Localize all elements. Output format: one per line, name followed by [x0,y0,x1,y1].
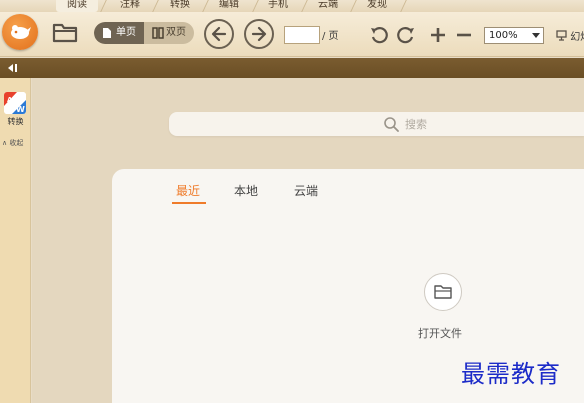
svg-text:W: W [16,105,25,114]
convert-icon[interactable]: A W [4,92,26,114]
tab-annotate[interactable]: 注释 [110,0,150,12]
tab-divider [202,0,209,12]
arrow-left-icon [211,26,227,42]
tab-recent[interactable]: 最近 [176,182,200,199]
search-icon [384,117,399,132]
page-number-input[interactable] [284,26,320,44]
tab-cloud[interactable]: 云端 [308,0,348,12]
ribbon-tab-bar: 阅读 注释 转换 编辑 手机 云端 发现 [0,0,584,12]
zoom-select[interactable]: 100% [484,27,544,44]
tab-read[interactable]: 阅读 [56,0,98,12]
tab-cloud-files[interactable]: 云端 [294,182,318,199]
collapse-panel-icon[interactable] [7,63,19,73]
active-tab-indicator [172,202,206,204]
tab-divider [400,0,407,12]
toolbar: 单页 双页 / 页 100% 幻 [0,12,584,57]
svg-text:A: A [7,96,13,104]
open-file-label[interactable]: 打开文件 [418,325,462,341]
arrow-right-icon [251,26,267,42]
slideshow-button[interactable]: 幻灯 [556,28,584,43]
folder-icon[interactable] [52,20,78,44]
tab-local[interactable]: 本地 [234,182,258,199]
open-folder-icon [434,285,452,299]
watermark: 最需教育 [461,360,561,388]
single-page-button[interactable]: 单页 [94,22,144,44]
double-page-label: 双页 [166,27,186,38]
next-page-button[interactable] [244,19,274,49]
rotate-right-icon[interactable] [396,25,416,45]
zoom-value: 100% [489,30,518,41]
convert-label: 转换 [7,117,24,126]
tab-divider [350,0,357,12]
tab-discover[interactable]: 发现 [357,0,397,12]
double-page-button[interactable]: 双页 [144,22,194,44]
previous-page-button[interactable] [204,19,234,49]
page-total-label: / 页 [322,31,339,42]
tab-mobile[interactable]: 手机 [258,0,298,12]
tab-divider [100,0,107,12]
minus-icon[interactable] [454,25,474,45]
logo-icon[interactable] [2,14,38,50]
open-file-button[interactable] [424,273,462,311]
slideshow-label: 幻灯 [570,32,584,43]
tab-divider [152,0,159,12]
double-page-icon [152,27,164,39]
collapse-sidebar-button[interactable]: ∧ 收起 [2,138,23,148]
left-sidebar: A W 转换 ∧ 收起 [0,78,31,403]
rotate-left-icon[interactable] [369,25,389,45]
tab-convert[interactable]: 转换 [160,0,200,12]
secondary-toolbar [0,58,584,78]
tab-divider [301,0,308,12]
search-placeholder: 搜索 [405,118,427,131]
page-icon [103,28,111,38]
tab-edit[interactable]: 编辑 [209,0,249,12]
slideshow-icon [556,30,567,41]
plus-icon[interactable] [428,25,448,45]
chevron-down-icon [532,33,540,38]
single-page-label: 单页 [116,27,136,38]
page-view-toggle: 单页 双页 [94,22,194,44]
search-input[interactable]: 搜索 [169,112,584,136]
